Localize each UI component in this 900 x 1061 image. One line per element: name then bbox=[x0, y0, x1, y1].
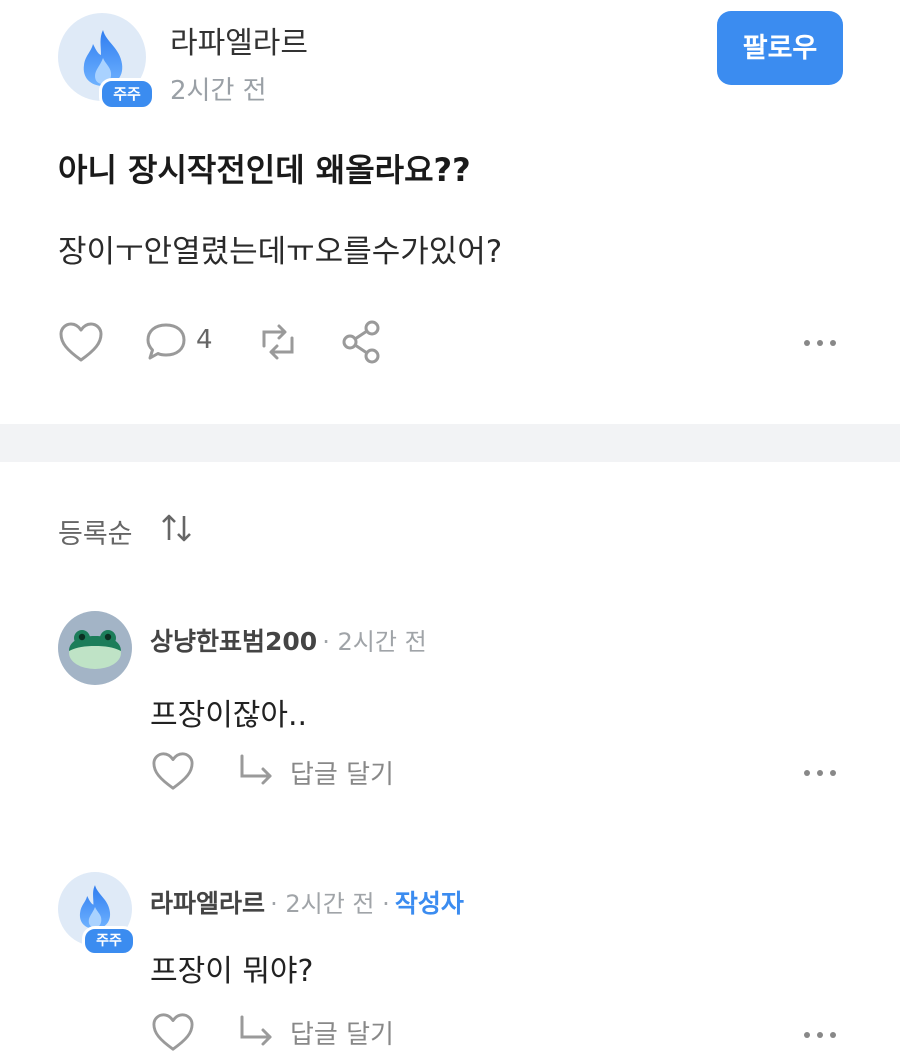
post-time: 2시간 전 bbox=[170, 76, 267, 106]
sort-arrows-icon[interactable] bbox=[160, 512, 194, 544]
frog-icon bbox=[69, 630, 121, 669]
shareholder-badge: 주주 bbox=[82, 926, 136, 956]
post-body: 장이ㅜ안열렸는데ㅠ오를수가있어? bbox=[58, 234, 503, 270]
comment-author[interactable]: 상냥한표범200 bbox=[150, 627, 317, 656]
repost-icon[interactable] bbox=[254, 320, 302, 364]
share-icon[interactable] bbox=[338, 318, 384, 366]
more-options-icon[interactable] bbox=[804, 339, 838, 347]
comment-text: 프장이잖아.. bbox=[150, 698, 308, 733]
more-options-icon[interactable] bbox=[804, 769, 838, 777]
comment-header: 상냥한표범200 · 2시간 전 bbox=[150, 622, 427, 658]
comment-time: · 2시간 전 · bbox=[270, 890, 390, 918]
heart-icon[interactable] bbox=[57, 320, 105, 364]
reply-arrow-icon[interactable] bbox=[236, 752, 278, 788]
reply-arrow-icon[interactable] bbox=[236, 1013, 278, 1049]
section-divider bbox=[0, 424, 900, 462]
comment-icon[interactable] bbox=[143, 320, 189, 364]
follow-button[interactable]: 팔로우 bbox=[717, 11, 843, 85]
comment-header: 라파엘라르 · 2시간 전 · 작성자 bbox=[150, 884, 464, 920]
author-name[interactable]: 라파엘라르 bbox=[170, 18, 308, 62]
heart-icon[interactable] bbox=[150, 1011, 196, 1053]
reply-button[interactable]: 답글 달기 bbox=[290, 1014, 394, 1051]
comment-avatar[interactable] bbox=[58, 611, 132, 685]
comment-text: 프장이 뭐야? bbox=[150, 954, 314, 989]
heart-icon[interactable] bbox=[150, 750, 196, 792]
shareholder-badge: 주주 bbox=[99, 78, 155, 110]
comment-time: · 2시간 전 bbox=[322, 628, 427, 656]
sort-label[interactable]: 등록순 bbox=[58, 512, 133, 551]
reply-button[interactable]: 답글 달기 bbox=[290, 754, 394, 791]
comment-author[interactable]: 라파엘라르 bbox=[150, 889, 265, 918]
author-tag: 작성자 bbox=[394, 889, 464, 918]
more-options-icon[interactable] bbox=[804, 1031, 838, 1039]
post-title: 아니 장시작전인데 왜올라요?? bbox=[58, 151, 471, 189]
flame-icon bbox=[79, 885, 111, 929]
comment-count: 4 bbox=[196, 325, 213, 355]
